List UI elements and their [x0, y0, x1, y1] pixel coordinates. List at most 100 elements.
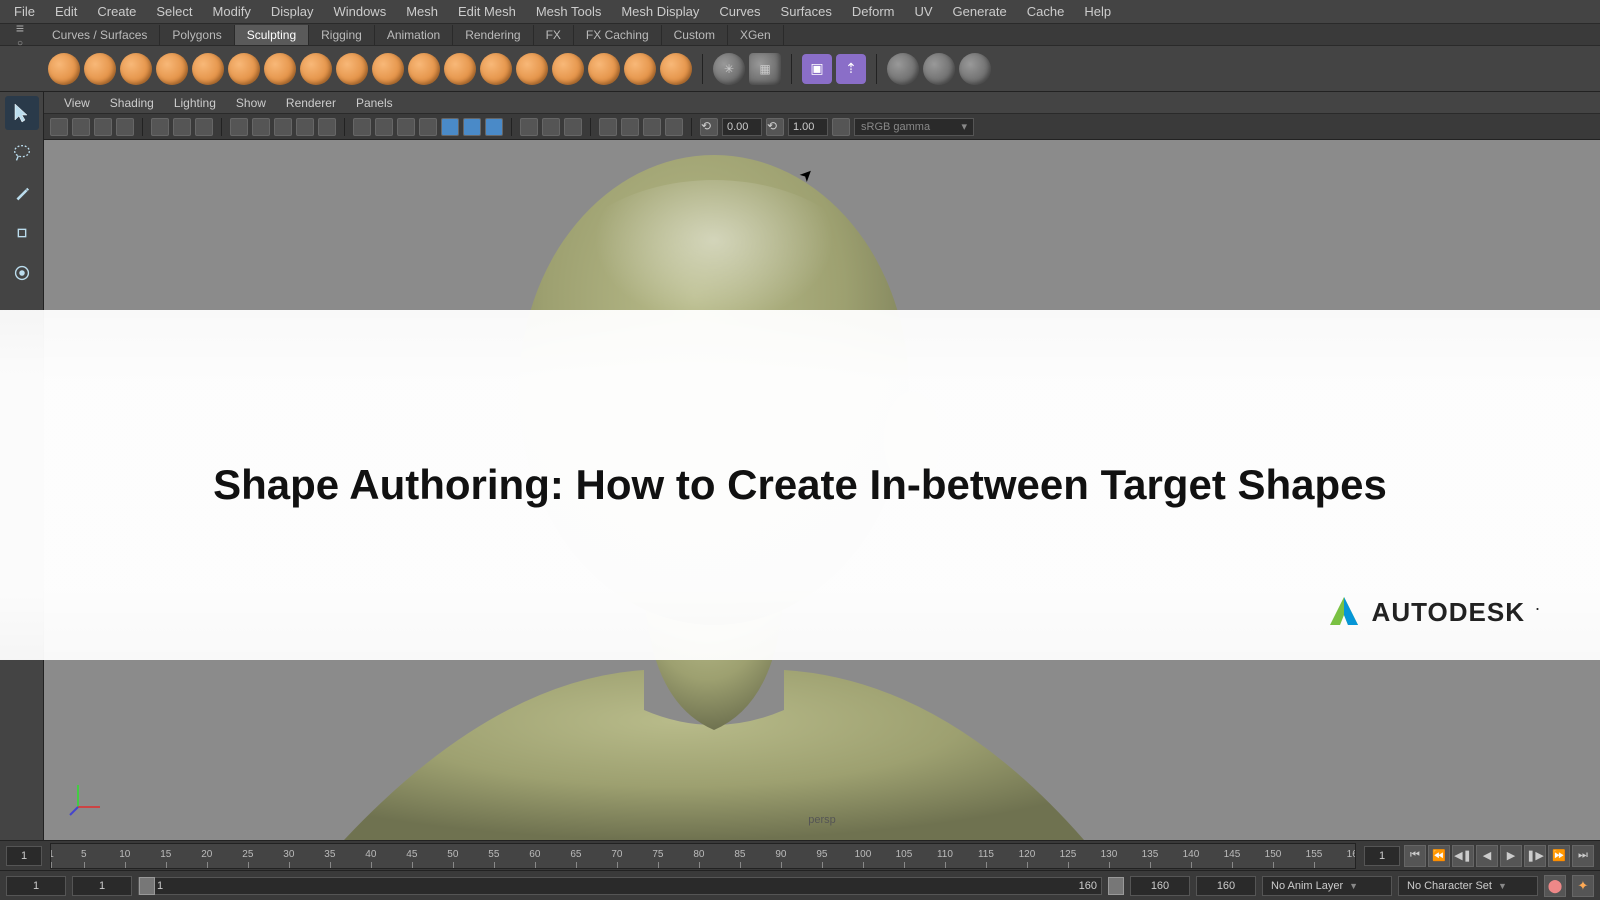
shelf-tab-animation[interactable]: Animation: [375, 25, 453, 45]
shelf-tab-xgen[interactable]: XGen: [728, 25, 784, 45]
range-slider-track[interactable]: 1 160: [138, 877, 1102, 895]
relax-brush-icon[interactable]: [120, 53, 152, 85]
timeline-current-frame-right[interactable]: [1364, 846, 1400, 866]
snap-icon[interactable]: ✳: [713, 53, 745, 85]
exposure-reset-icon[interactable]: ⟲: [700, 118, 718, 136]
resolution-gate-icon[interactable]: [173, 118, 191, 136]
spray-brush-icon[interactable]: [300, 53, 332, 85]
amplify-brush-icon[interactable]: [624, 53, 656, 85]
range-end-handle[interactable]: [1108, 877, 1124, 895]
menu-windows[interactable]: Windows: [323, 0, 396, 23]
shelf-tab-fx-caching[interactable]: FX Caching: [574, 25, 662, 45]
xray-icon[interactable]: [375, 118, 393, 136]
shelf-tab-curves-surfaces[interactable]: Curves / Surfaces: [40, 25, 160, 45]
pinch-brush-icon[interactable]: [192, 53, 224, 85]
gamma-reset-icon[interactable]: ⟲: [766, 118, 784, 136]
sculpt-brush-icon[interactable]: [48, 53, 80, 85]
ssao-icon[interactable]: [485, 118, 503, 136]
panel-menu-lighting[interactable]: Lighting: [164, 93, 226, 113]
go-to-start-button[interactable]: ⏮: [1404, 845, 1426, 867]
panel-menu-panels[interactable]: Panels: [346, 93, 403, 113]
stamp2-icon[interactable]: [923, 53, 955, 85]
grid-toggle-icon[interactable]: [151, 118, 169, 136]
shelf-tab-rendering[interactable]: Rendering: [453, 25, 533, 45]
vp-snapshot-icon[interactable]: [621, 118, 639, 136]
rotate-tool[interactable]: [5, 256, 39, 290]
menu-mesh[interactable]: Mesh: [396, 0, 448, 23]
foamy-brush-icon[interactable]: [264, 53, 296, 85]
range-inner-start-field[interactable]: [72, 876, 132, 896]
shelf-tab-polygons[interactable]: Polygons: [160, 25, 234, 45]
colorspace-toggle-icon[interactable]: [832, 118, 850, 136]
menu-edit[interactable]: Edit: [45, 0, 87, 23]
hardware-texturing-icon[interactable]: [441, 118, 459, 136]
sel-highlight-icon[interactable]: [419, 118, 437, 136]
bulge-brush-icon[interactable]: [588, 53, 620, 85]
scrape-brush-icon[interactable]: [444, 53, 476, 85]
vp-bookmark2-icon[interactable]: [643, 118, 661, 136]
gate-mask-icon[interactable]: [195, 118, 213, 136]
menu-mesh-tools[interactable]: Mesh Tools: [526, 0, 612, 23]
colorspace-dropdown[interactable]: sRGB gamma ▾: [854, 118, 974, 136]
shelf-tab-sculpting[interactable]: Sculpting: [235, 25, 309, 45]
freeze-brush-icon[interactable]: [660, 53, 692, 85]
range-start-field[interactable]: [6, 876, 66, 896]
panel-menu-show[interactable]: Show: [226, 93, 276, 113]
menu-uv[interactable]: UV: [904, 0, 942, 23]
gamma-field[interactable]: [788, 118, 828, 136]
set-key-button[interactable]: ✦: [1572, 875, 1594, 897]
imprint-brush-icon[interactable]: [372, 53, 404, 85]
panel-menu-view[interactable]: View: [54, 93, 100, 113]
shelf-tab-custom[interactable]: Custom: [662, 25, 728, 45]
menu-select[interactable]: Select: [146, 0, 202, 23]
shelf-tab-rigging[interactable]: Rigging: [309, 25, 375, 45]
move-tool[interactable]: [5, 216, 39, 250]
select-tool[interactable]: [5, 96, 39, 130]
menu-mesh-display[interactable]: Mesh Display: [611, 0, 709, 23]
menu-surfaces[interactable]: Surfaces: [771, 0, 842, 23]
character-set-dropdown[interactable]: No Character Set ▼: [1398, 876, 1538, 896]
step-forward-key-button[interactable]: ⏩: [1548, 845, 1570, 867]
menu-cache[interactable]: Cache: [1017, 0, 1075, 23]
panel-menu-renderer[interactable]: Renderer: [276, 93, 346, 113]
knife-brush-icon[interactable]: [516, 53, 548, 85]
menu-curves[interactable]: Curves: [709, 0, 770, 23]
menu-help[interactable]: Help: [1074, 0, 1121, 23]
image-plane-icon[interactable]: [94, 118, 112, 136]
vp-select-icon[interactable]: [599, 118, 617, 136]
wireframe-icon[interactable]: [230, 118, 248, 136]
textured-icon[interactable]: [274, 118, 292, 136]
grab-brush-icon[interactable]: [156, 53, 188, 85]
ipr-icon[interactable]: [564, 118, 582, 136]
play-forward-button[interactable]: ▶: [1500, 845, 1522, 867]
timeline-current-frame-left[interactable]: [6, 846, 42, 866]
range-slider-handle[interactable]: [139, 877, 155, 895]
motion-blur-icon[interactable]: [463, 118, 481, 136]
bookmark-icon[interactable]: [72, 118, 90, 136]
wax-brush-icon[interactable]: [408, 53, 440, 85]
lasso-tool[interactable]: [5, 136, 39, 170]
pause-viewport-icon[interactable]: [542, 118, 560, 136]
reference-icon[interactable]: ▣: [802, 54, 832, 84]
viewport-render-icon[interactable]: [520, 118, 538, 136]
auto-key-button[interactable]: ⬤: [1544, 875, 1566, 897]
isolate-select-icon[interactable]: [353, 118, 371, 136]
menu-modify[interactable]: Modify: [203, 0, 261, 23]
menu-file[interactable]: File: [4, 0, 45, 23]
menu-deform[interactable]: Deform: [842, 0, 905, 23]
fill-brush-icon[interactable]: [480, 53, 512, 85]
anim-layer-dropdown[interactable]: No Anim Layer ▼: [1262, 876, 1392, 896]
shelf-toggle[interactable]: ≡ ○: [0, 24, 40, 45]
stamp1-icon[interactable]: [887, 53, 919, 85]
repeat-brush-icon[interactable]: [336, 53, 368, 85]
smear-brush-icon[interactable]: [552, 53, 584, 85]
shadows-icon[interactable]: [318, 118, 336, 136]
use-all-lights-icon[interactable]: [296, 118, 314, 136]
vp-share-icon[interactable]: [665, 118, 683, 136]
panel-menu-shading[interactable]: Shading: [100, 93, 164, 113]
play-backward-button[interactable]: ◀: [1476, 845, 1498, 867]
step-back-button[interactable]: ◀❚: [1452, 845, 1474, 867]
smooth-shade-icon[interactable]: [252, 118, 270, 136]
step-back-key-button[interactable]: ⏪: [1428, 845, 1450, 867]
smooth-brush-icon[interactable]: [84, 53, 116, 85]
